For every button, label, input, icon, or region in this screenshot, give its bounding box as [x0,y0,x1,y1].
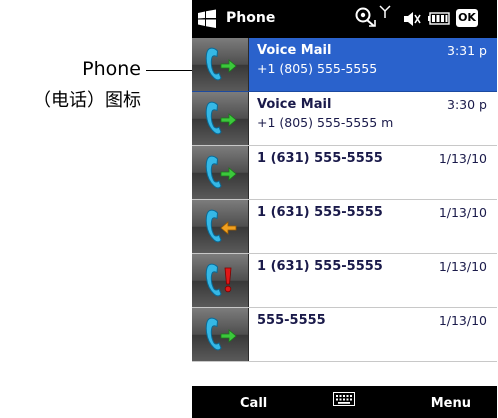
softkey-bar: Call Menu [192,386,497,418]
phone-outgoing-icon [192,92,249,145]
call-time: 1/13/10 [438,151,487,166]
signal-antenna-icon [379,5,391,18]
phone-outgoing-icon [192,146,249,199]
callout-label-phone: Phone [82,58,141,80]
call-time: 3:31 p [447,43,487,58]
app-title: Phone [226,10,276,26]
speaker-muted-icon[interactable] [403,11,421,27]
callout-label-phone-icon-cn: （电话）图标 [33,90,141,111]
call-row[interactable]: 555-5555 1/13/10 [192,308,497,362]
call-time: 1/13/10 [438,205,487,220]
windows-start-icon[interactable] [196,9,218,29]
ok-label: ok [458,11,476,24]
call-row[interactable]: Voice Mail +1 (805) 555-5555 3:31 p [192,38,497,92]
phone-missed-icon [192,254,249,307]
caller-name: 555-5555 [257,313,326,328]
call-row[interactable]: Voice Mail +1 (805) 555-5555 m 3:30 p [192,92,497,146]
call-time: 1/13/10 [438,259,487,274]
caller-name: Voice Mail [257,43,332,58]
caller-name: 1 (631) 555-5555 [257,205,383,220]
connectivity-icon[interactable] [354,6,378,30]
callout-line [146,70,192,71]
phone-incoming-icon [192,200,249,253]
phone-outgoing-icon [192,308,249,361]
ok-button[interactable]: ok [456,9,478,27]
battery-icon[interactable] [428,12,450,25]
caller-number: +1 (805) 555-5555 [257,61,378,76]
caller-number: +1 (805) 555-5555 m [257,115,394,130]
caller-name: 1 (631) 555-5555 [257,151,383,166]
caller-name: Voice Mail [257,97,332,112]
call-time: 3:30 p [447,97,487,112]
keyboard-icon[interactable] [333,392,355,408]
call-row[interactable]: 1 (631) 555-5555 1/13/10 [192,200,497,254]
caller-name: 1 (631) 555-5555 [257,259,383,274]
phone-screen: Phone ok [192,0,497,418]
title-bar: Phone ok [192,0,497,38]
call-row[interactable]: 1 (631) 555-5555 1/13/10 [192,254,497,308]
call-time: 1/13/10 [438,313,487,328]
menu-softkey[interactable]: Menu [431,396,471,411]
phone-outgoing-icon [192,38,249,91]
call-softkey[interactable]: Call [240,396,267,411]
call-row[interactable]: 1 (631) 555-5555 1/13/10 [192,146,497,200]
